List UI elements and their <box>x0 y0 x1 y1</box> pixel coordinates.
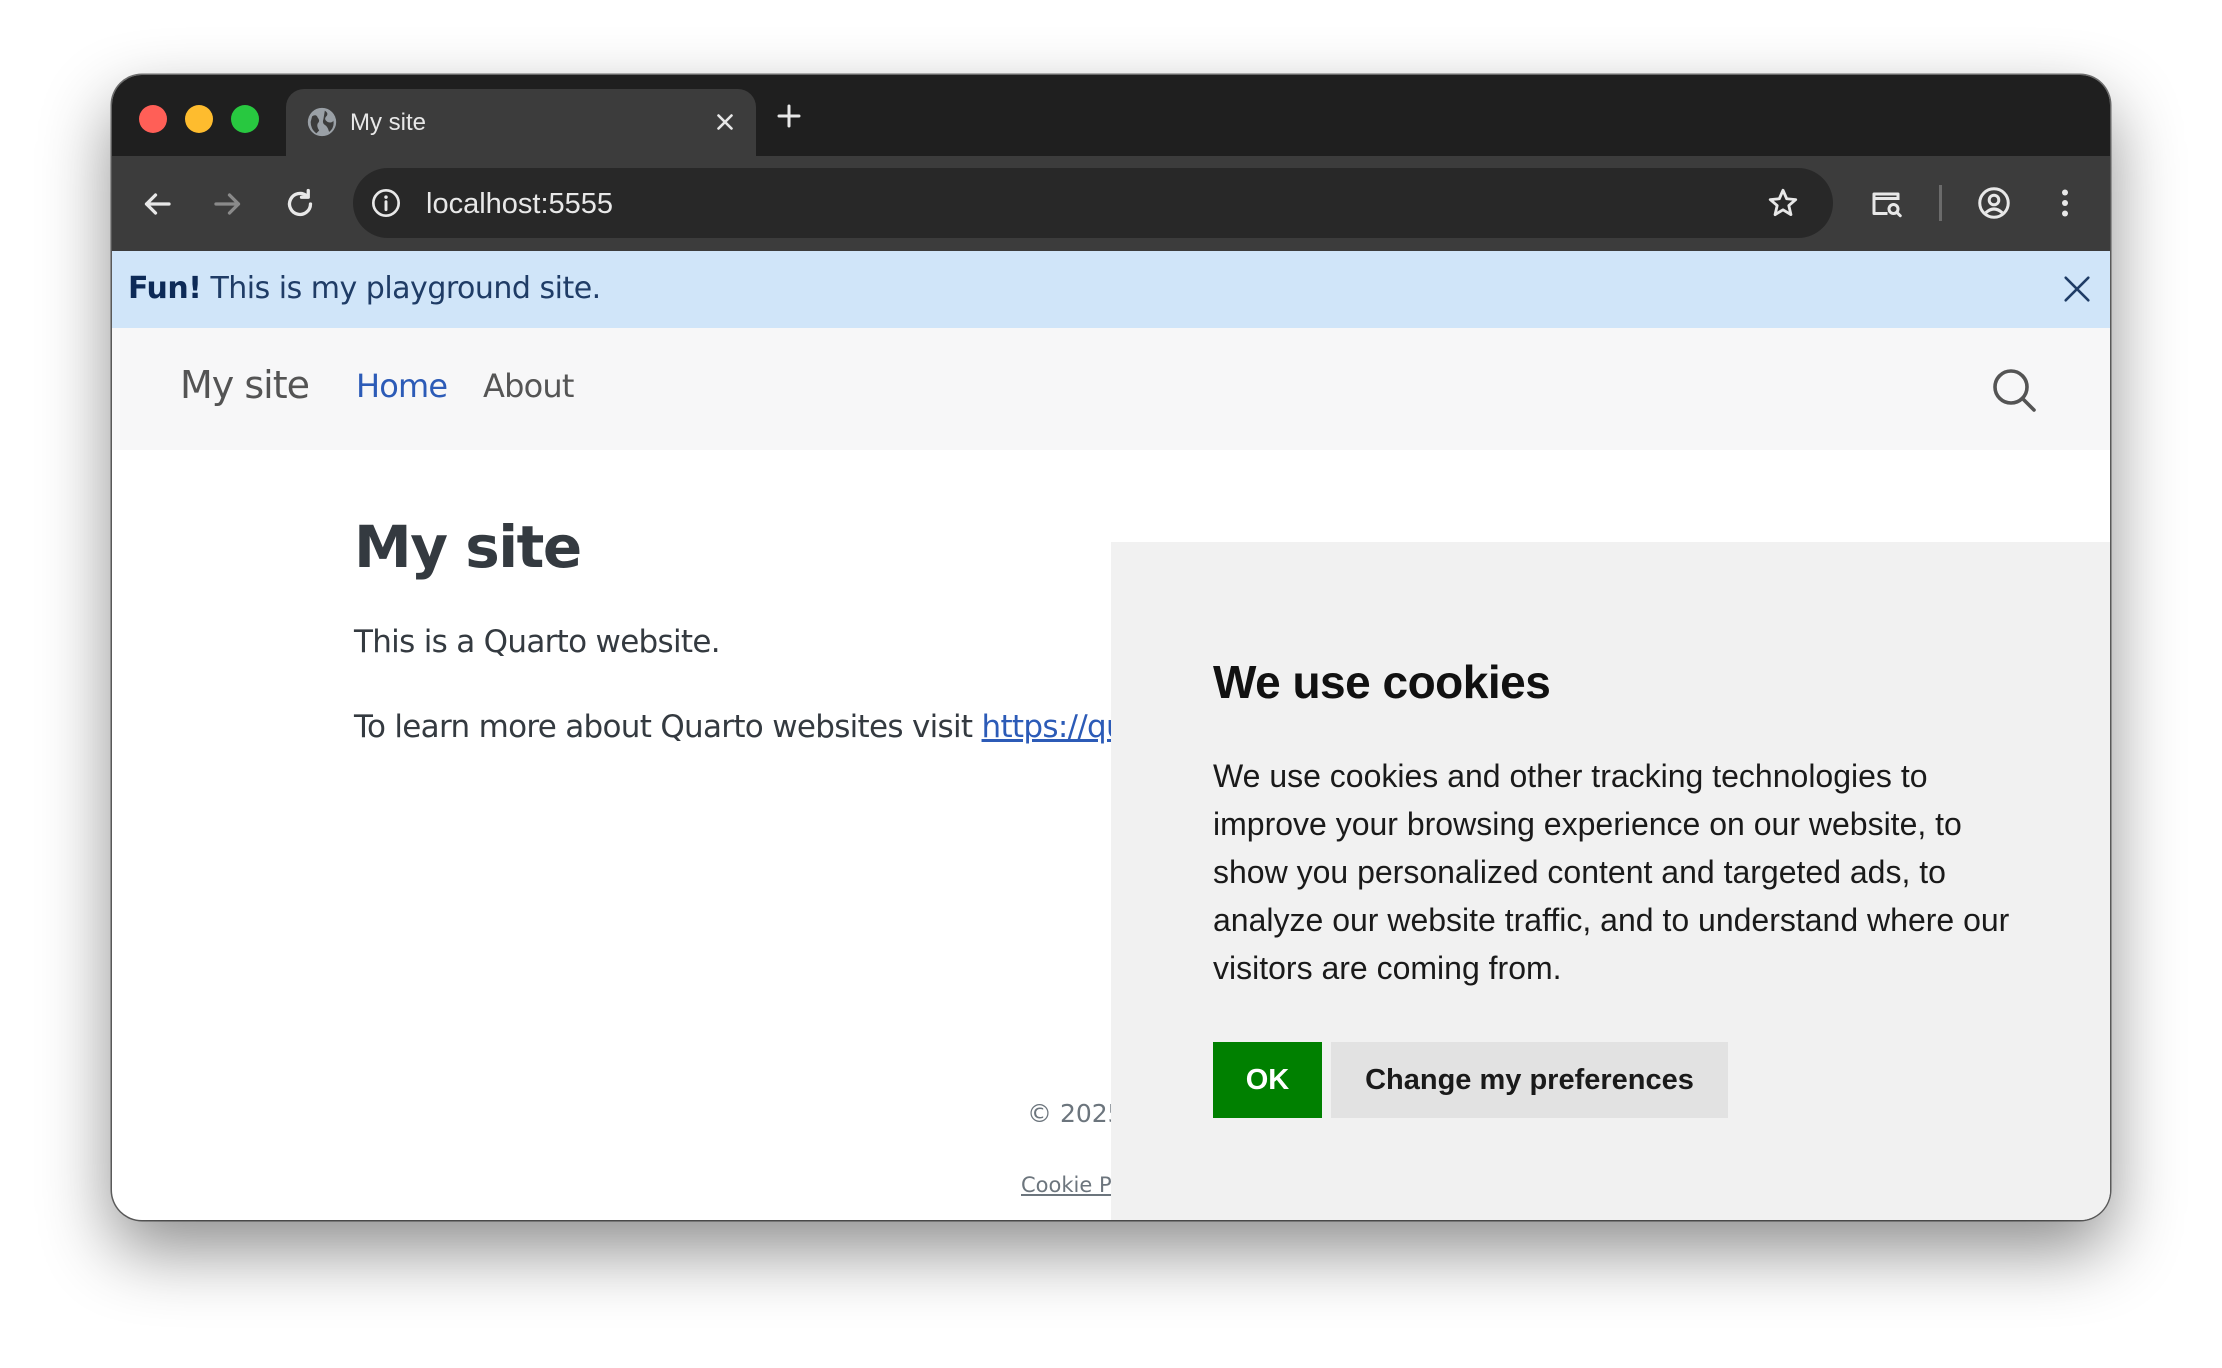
globe-icon <box>307 107 337 137</box>
minimize-window-button[interactable] <box>185 105 213 133</box>
site-navbar: My site Home About <box>112 328 2110 450</box>
address-bar[interactable]: localhost:5555 <box>353 168 1833 238</box>
cookie-title: We use cookies <box>1213 656 1551 708</box>
bookmark-star-icon[interactable] <box>1766 186 1800 220</box>
nav-link-about[interactable]: About <box>483 367 574 405</box>
forward-arrow-icon[interactable] <box>210 186 246 222</box>
close-tab-icon[interactable] <box>712 109 738 135</box>
learn-more-paragraph: To learn more about Quarto websites visi… <box>354 709 1144 745</box>
more-menu-icon[interactable] <box>2047 185 2083 221</box>
announcement-bar: Fun! This is my playground site. <box>112 251 2110 328</box>
tab-title: My site <box>350 109 427 136</box>
nav-link-home[interactable]: Home <box>356 367 448 405</box>
change-preferences-button[interactable]: Change my preferences <box>1331 1042 1728 1118</box>
accept-cookies-button[interactable]: OK <box>1213 1042 1322 1118</box>
profile-icon[interactable] <box>1976 185 2012 221</box>
site-brand[interactable]: My site <box>180 363 310 407</box>
toolbar-divider <box>1939 185 1942 221</box>
footer-copyright: © 2025 <box>1027 1099 1124 1128</box>
announcement-text: Fun! This is my playground site. <box>128 271 601 306</box>
tab-search-icon[interactable] <box>1868 185 1904 221</box>
close-announcement-icon[interactable] <box>2060 272 2094 306</box>
back-arrow-icon[interactable] <box>139 186 175 222</box>
browser-tab[interactable]: My site <box>286 89 756 156</box>
new-tab-icon[interactable] <box>774 101 804 131</box>
footer-cookie-link[interactable]: Cookie Pr <box>1021 1173 1120 1197</box>
page-title: My site <box>354 513 582 581</box>
intro-paragraph: This is a Quarto website. <box>354 624 721 660</box>
learn-more-text: To learn more about Quarto websites visi… <box>354 709 982 745</box>
announcement-label: Fun! <box>128 271 202 306</box>
browser-toolbar: localhost:5555 <box>112 156 2110 251</box>
cookie-consent-panel: We use cookies We use cookies and other … <box>1111 542 2110 1220</box>
reload-icon[interactable] <box>282 186 318 222</box>
announcement-message: This is my playground site. <box>201 271 601 306</box>
browser-window: My site localhost:5555 Fun! This is my p… <box>112 75 2110 1220</box>
close-window-button[interactable] <box>139 105 167 133</box>
site-info-icon[interactable] <box>370 187 402 219</box>
maximize-window-button[interactable] <box>231 105 259 133</box>
tab-strip: My site <box>112 75 2110 156</box>
cookie-description: We use cookies and other tracking techno… <box>1213 758 2010 986</box>
search-icon[interactable] <box>1990 366 2038 414</box>
address-url[interactable]: localhost:5555 <box>426 188 613 221</box>
